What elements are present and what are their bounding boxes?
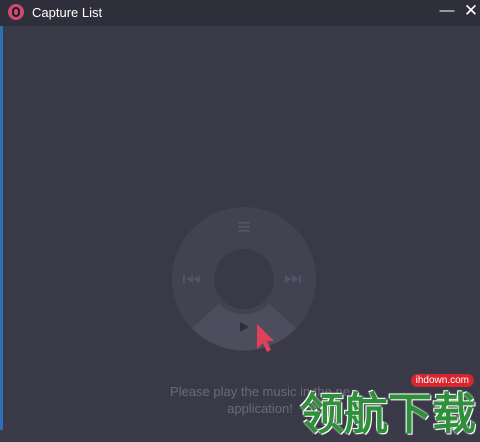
app-logo-icon xyxy=(8,4,24,20)
window-title: Capture List xyxy=(32,5,103,20)
watermark-site: ihdown.com xyxy=(410,374,474,387)
minimize-button[interactable]: — xyxy=(438,0,456,24)
close-button[interactable]: ✕ xyxy=(462,0,480,24)
music-player-control xyxy=(172,207,316,352)
player-center xyxy=(214,249,274,309)
watermark-text: 领航下载 xyxy=(300,390,476,439)
capture-list-window: Capture List — ✕ Please play the music i… xyxy=(0,0,480,439)
window-edge xyxy=(0,26,3,430)
title-bar: Capture List — ✕ xyxy=(0,0,480,26)
hamburger-menu-icon[interactable] xyxy=(238,222,250,232)
watermark: 领航下载 ihdown.com xyxy=(300,372,480,439)
